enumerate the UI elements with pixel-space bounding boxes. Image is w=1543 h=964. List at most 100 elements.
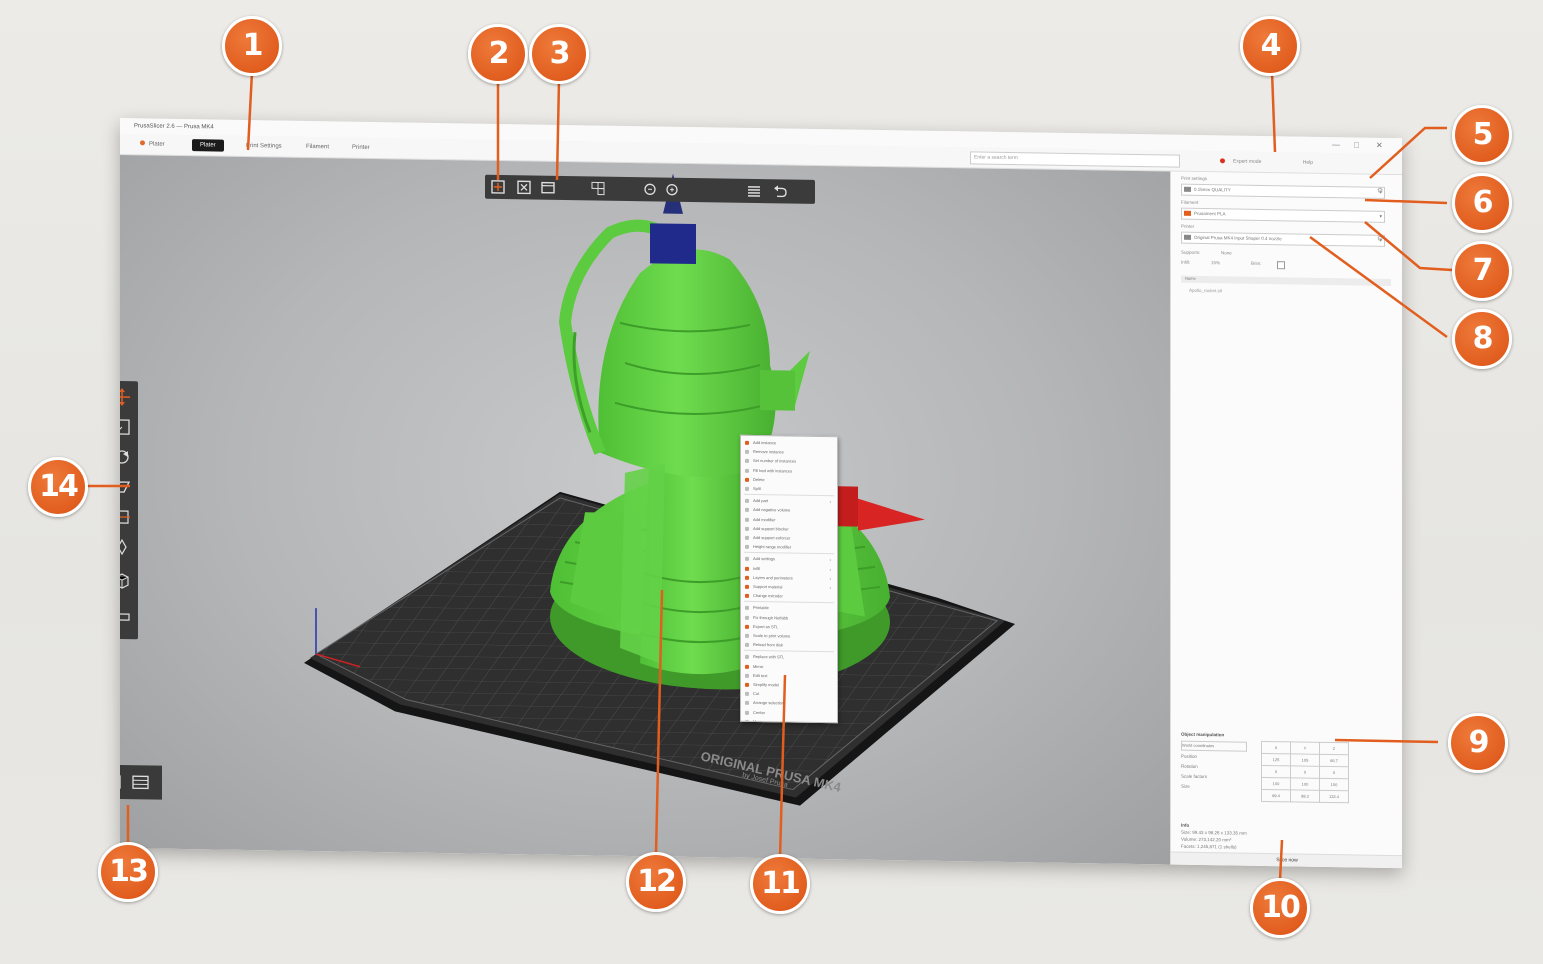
callout-12: 12	[626, 852, 686, 912]
close-button[interactable]: ✕	[1376, 138, 1383, 154]
variable-height-icon[interactable]	[120, 607, 132, 627]
object-manipulation-panel: Object manipulation World coordinates Po…	[1181, 732, 1391, 815]
menu-item-icon	[745, 517, 749, 522]
minimize-button[interactable]: —	[1332, 137, 1340, 153]
info-panel: Info Size: 99.43 x 98.26 x 133.35 mm Vol…	[1181, 822, 1391, 853]
expert-mode-icon	[1220, 158, 1225, 164]
seam-painting-icon[interactable]	[120, 571, 132, 591]
printer-icon	[1184, 234, 1191, 240]
rotation-z-field[interactable]: 0	[1319, 766, 1349, 779]
window-title: PrusaSlicer 2.6 — Prusa MK4	[134, 123, 214, 131]
object-list-item[interactable]: Apollo_rocket.stl	[1189, 288, 1222, 294]
menu-item-label: Replace with STL	[753, 654, 785, 660]
menu-item-icon	[745, 566, 749, 571]
menu-item-label: Printable	[753, 605, 769, 611]
menu-item-label: Edit text	[753, 672, 768, 678]
supports-label: Supports:	[1181, 249, 1201, 255]
right-sidebar: Print settings 0.15mm QUALITY ▾ ⚙ Filamen…	[1170, 171, 1402, 869]
paste-icon[interactable]	[663, 181, 681, 199]
paint-supports-icon[interactable]	[120, 537, 132, 557]
app-window: PrusaSlicer 2.6 — Prusa MK4 — □ ✕ Plater…	[120, 118, 1402, 869]
scale-label: Scale factors	[1181, 773, 1208, 780]
tab-plater-home[interactable]: Plater	[132, 138, 173, 151]
scene-canvas[interactable]: ORIGINAL PRUSA MK4 by Josef Prusa	[120, 155, 1170, 864]
place-on-face-icon[interactable]	[120, 477, 132, 497]
profile-icon	[1184, 186, 1191, 192]
menu-item-icon	[745, 535, 749, 540]
scale-x-field[interactable]: 100	[1261, 777, 1291, 790]
cut-icon[interactable]	[120, 507, 132, 527]
slice-now-button[interactable]: Slice now	[1171, 851, 1402, 869]
callout-5: 5	[1452, 105, 1512, 165]
tab-filament[interactable]: Filament	[298, 141, 337, 154]
scale-icon[interactable]	[120, 417, 132, 437]
rotation-x-field[interactable]: 0	[1261, 765, 1291, 778]
callout-7: 7	[1452, 241, 1512, 301]
print-settings-label: Print settings	[1181, 175, 1208, 182]
mode-switch[interactable]: Expert mode Help	[1220, 155, 1313, 168]
preview-icon[interactable]	[130, 772, 152, 792]
search-input[interactable]: Enter a search term	[970, 151, 1180, 168]
menu-item-label: Center	[753, 709, 766, 715]
infill-label: Infill:	[1181, 259, 1191, 265]
menu-item-icon	[745, 593, 749, 599]
size-y-field[interactable]: 98.3	[1290, 789, 1320, 803]
callout-4: 4	[1240, 16, 1300, 76]
rotate-icon[interactable]	[120, 447, 132, 467]
size-x-field[interactable]: 99.4	[1261, 789, 1291, 802]
menu-item-icon	[745, 655, 749, 660]
maximize-button[interactable]: □	[1354, 137, 1359, 153]
delete-all-icon[interactable]	[539, 179, 557, 197]
size-z-field[interactable]: 133.4	[1319, 790, 1349, 803]
help-label[interactable]: Help	[1303, 160, 1313, 166]
3d-view-icon[interactable]	[120, 772, 124, 792]
menu-item-icon	[745, 673, 749, 678]
menu-item-icon	[745, 557, 749, 562]
menu-item-label: Remove instance	[753, 449, 784, 455]
printer-label: Printer	[1181, 223, 1195, 229]
menu-item-label: Delete	[753, 476, 765, 482]
menu-item-label: Simplify model	[753, 681, 780, 688]
position-x-field[interactable]: 125	[1261, 753, 1291, 766]
menu-item-icon	[745, 633, 749, 638]
tab-print-settings[interactable]: Print Settings	[238, 140, 290, 153]
copy-icon[interactable]	[641, 180, 659, 198]
tab-printer[interactable]: Printer	[344, 142, 378, 155]
print-settings-select[interactable]: 0.15mm QUALITY ▾	[1181, 183, 1385, 199]
printer-value: Original Prusa MK4 Input Shaper 0.4 nozz…	[1194, 234, 1282, 242]
menu-item-label: Add instance	[753, 439, 777, 446]
menu-item-icon	[745, 682, 749, 687]
printer-select[interactable]: Original Prusa MK4 Input Shaper 0.4 nozz…	[1181, 231, 1385, 247]
model-object[interactable]	[550, 219, 890, 692]
z-move-handle[interactable]	[650, 223, 696, 265]
position-z-field[interactable]: 66.7	[1319, 754, 1349, 767]
brim-checkbox[interactable]	[1277, 261, 1285, 270]
x-arrow[interactable]	[858, 498, 925, 532]
gear-icon[interactable]: ⚙	[1377, 235, 1387, 245]
move-icon[interactable]	[120, 387, 132, 407]
menu-item-icon	[745, 508, 749, 513]
layers-editing-icon[interactable]	[745, 182, 763, 200]
supports-value[interactable]: None	[1221, 250, 1232, 255]
menu-item-label: Infill	[753, 565, 761, 571]
3d-viewport[interactable]: ORIGINAL PRUSA MK4 by Josef Prusa Add in…	[120, 155, 1170, 865]
callout-13: 13	[98, 842, 158, 902]
undo-icon[interactable]	[771, 182, 789, 200]
scale-z-field[interactable]: 100	[1319, 778, 1349, 791]
coordinate-select[interactable]: World coordinates	[1181, 740, 1247, 752]
gear-icon[interactable]: ⚙	[1377, 187, 1387, 197]
infill-value[interactable]: 15%	[1211, 260, 1220, 265]
delete-icon[interactable]	[515, 178, 533, 196]
scale-y-field[interactable]: 100	[1290, 777, 1320, 791]
filament-color-swatch	[1184, 210, 1191, 216]
callout-8: 8	[1452, 309, 1512, 369]
menu-item-icon	[745, 486, 749, 491]
rotation-y-field[interactable]: 0	[1290, 765, 1320, 779]
filament-select[interactable]: Prusament PLA ▾	[1181, 207, 1385, 223]
add-icon[interactable]	[489, 178, 507, 196]
menu-item-label: Height range modifier	[753, 544, 792, 550]
arrange-icon[interactable]	[589, 179, 607, 197]
size-label: Size	[1181, 783, 1190, 789]
tab-plater[interactable]: Plater	[192, 139, 224, 152]
position-y-field[interactable]: 105	[1290, 753, 1320, 767]
